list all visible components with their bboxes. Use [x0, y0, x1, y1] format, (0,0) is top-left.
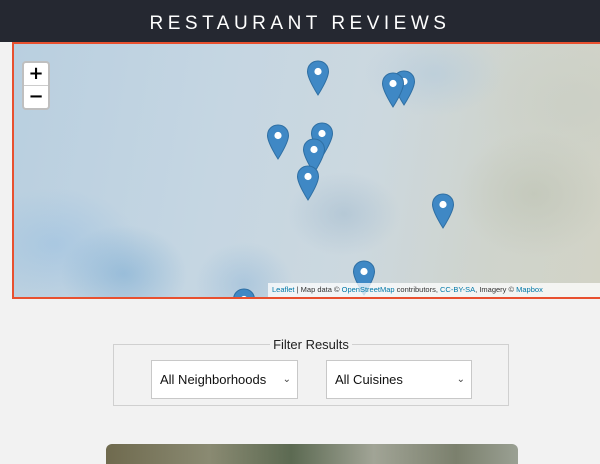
filter-legend-text: Filter Results — [270, 337, 352, 352]
chevron-down-icon: ⌄ — [456, 374, 465, 385]
site-header: RESTAURANT REVIEWS — [0, 0, 600, 42]
page-title: RESTAURANT REVIEWS — [149, 13, 451, 34]
map-attribution: Leaflet | Map data © OpenStreetMap contr… — [268, 283, 600, 297]
attribution-text: , Imagery © — [475, 285, 517, 294]
chevron-down-icon: ⌄ — [282, 374, 291, 385]
zoom-out-button[interactable]: − — [24, 86, 48, 108]
map-marker[interactable] — [381, 72, 405, 108]
license-link[interactable]: CC-BY-SA — [440, 285, 475, 294]
filter-results-fieldset: Filter Results All Neighborhoods ⌄ All C… — [113, 337, 509, 406]
map-marker[interactable] — [232, 288, 256, 299]
map-marker[interactable] — [296, 165, 320, 201]
filter-legend: Filter Results — [114, 336, 508, 354]
attribution-text: | Map data © — [294, 285, 342, 294]
zoom-in-button[interactable]: + — [24, 63, 48, 86]
mapbox-link[interactable]: Mapbox — [516, 285, 543, 294]
attribution-text: contributors, — [394, 285, 441, 294]
restaurant-card-image[interactable] — [106, 444, 518, 464]
map-container[interactable]: + − Leaflet | Map data © OpenStreetMap c… — [12, 42, 600, 299]
map-marker[interactable] — [431, 193, 455, 229]
leaflet-link[interactable]: Leaflet — [272, 285, 295, 294]
map-marker[interactable] — [266, 124, 290, 160]
cuisines-select-value: All Cuisines — [335, 372, 403, 387]
neighborhoods-select-value: All Neighborhoods — [160, 372, 267, 387]
zoom-control: + − — [22, 61, 50, 110]
cuisines-select[interactable]: All Cuisines ⌄ — [326, 360, 472, 399]
neighborhoods-select[interactable]: All Neighborhoods ⌄ — [151, 360, 298, 399]
map-marker[interactable] — [306, 60, 330, 96]
openstreetmap-link[interactable]: OpenStreetMap — [342, 285, 395, 294]
